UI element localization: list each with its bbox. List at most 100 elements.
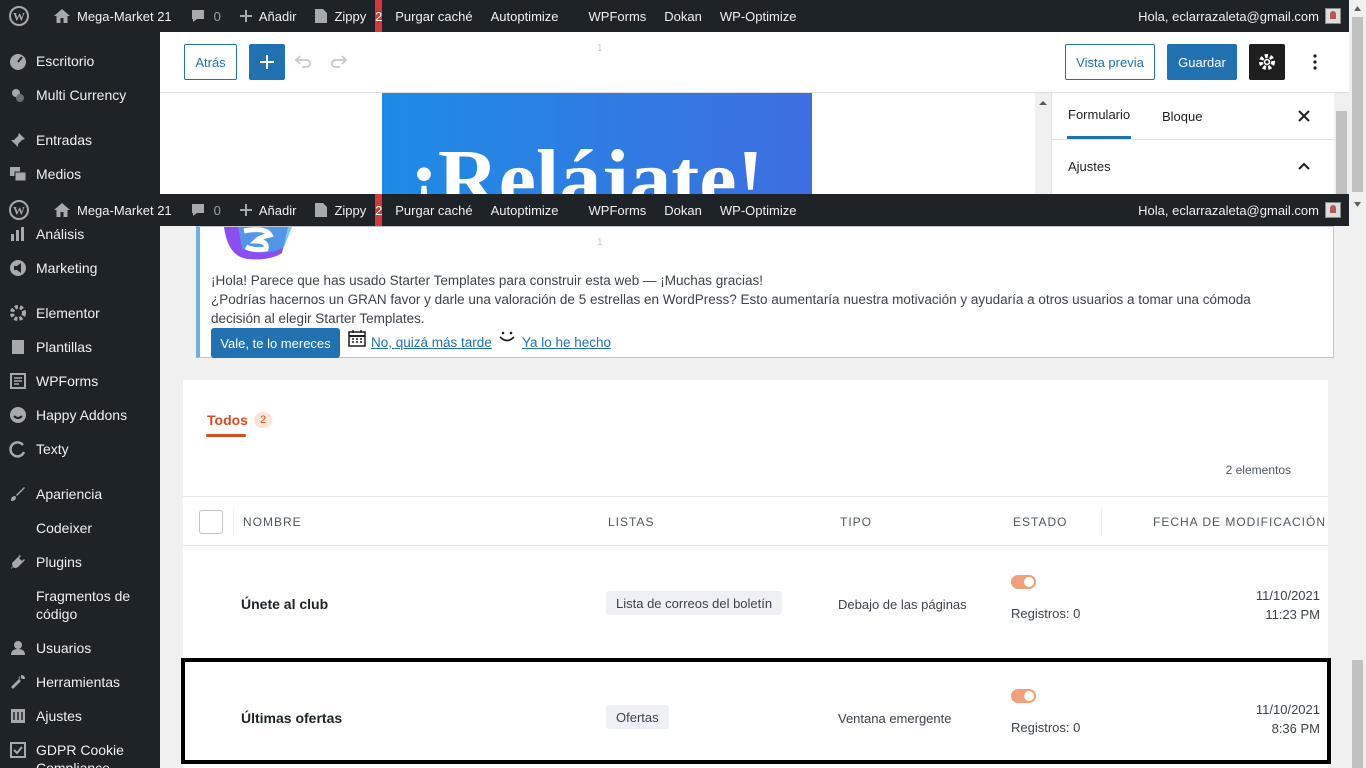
updates-badge[interactable]: 2 xyxy=(375,0,382,32)
add-new-label: Añadir xyxy=(258,202,297,218)
column-header-nombre[interactable]: Nombre xyxy=(243,515,302,529)
add-block-button[interactable] xyxy=(249,44,285,80)
wordpress-logo-icon[interactable]: W xyxy=(0,0,44,32)
sidebar-item-plantillas[interactable]: Plantillas xyxy=(0,338,160,356)
wordpress-logo-icon[interactable]: W xyxy=(0,194,44,226)
scroll-up-icon[interactable] xyxy=(1349,0,1366,17)
user-account-link[interactable]: Hola, eclarrazaleta@gmail.com xyxy=(1129,0,1349,32)
sidebar-item-analisis[interactable]: Análisis xyxy=(0,225,160,243)
form-name[interactable]: Únete al club xyxy=(241,596,328,612)
theme-link[interactable]: Zippy xyxy=(305,0,375,32)
tab-formulario[interactable]: Formulario xyxy=(1067,93,1132,139)
add-new-link[interactable]: Añadir xyxy=(230,0,306,32)
column-header-tipo[interactable]: Tipo xyxy=(840,515,872,529)
sidebar-item-texty[interactable]: Texty xyxy=(0,440,160,458)
undo-icon[interactable] xyxy=(293,52,313,75)
redo-icon[interactable] xyxy=(329,52,349,75)
column-header-estado[interactable]: Estado xyxy=(1013,515,1067,529)
hero-block[interactable]: ¡Relájate! xyxy=(382,93,812,194)
sidebar-item-label: Texty xyxy=(36,441,69,457)
window-scroll-thumb[interactable] xyxy=(1352,17,1363,192)
purge-cache-link[interactable]: Purgar caché xyxy=(386,0,481,32)
table-header: Nombre Listas Tipo Estado Fecha de modif… xyxy=(183,496,1328,546)
done-link[interactable]: Ya lo he hecho xyxy=(522,335,611,350)
hero-heading: ¡Relájate! xyxy=(410,133,765,194)
purge-cache-link[interactable]: Purgar caché xyxy=(386,194,481,226)
save-button[interactable]: Guardar xyxy=(1167,44,1237,80)
sidebar-item-escritorio[interactable]: Escritorio xyxy=(0,52,160,70)
dokan-link[interactable]: Dokan xyxy=(655,194,711,226)
admin-bar: W Mega-Market 21 0 Añadir Zippy 2 Purgar… xyxy=(0,0,1349,32)
autoptimize-link[interactable]: Autoptimize xyxy=(482,0,568,32)
dashboard-icon xyxy=(8,52,28,70)
sidebar-item-ajustes[interactable]: Ajustes xyxy=(0,707,160,725)
form-name[interactable]: Últimas ofertas xyxy=(241,710,342,726)
tab-underline xyxy=(206,434,246,437)
sidebar-item-herramientas[interactable]: Herramientas xyxy=(0,673,160,691)
sidebar-item-multi-currency[interactable]: Multi Currency xyxy=(0,86,160,104)
rate-button[interactable]: Vale, te lo mereces xyxy=(211,328,340,358)
settings-button[interactable] xyxy=(1249,44,1285,80)
sidebar-item-elementor[interactable]: Elementor xyxy=(0,304,160,322)
sidebar-item-label: Happy Addons xyxy=(36,407,128,423)
sidebar-item-fragmentos[interactable]: Fragmentos de código xyxy=(0,587,160,623)
sidebar-item-marketing[interactable]: Marketing xyxy=(0,259,160,277)
dokan-link[interactable]: Dokan xyxy=(655,0,711,32)
window-scroll-thumb-lower[interactable] xyxy=(1352,660,1363,768)
tab-bloque[interactable]: Bloque xyxy=(1162,93,1202,139)
chevron-up-icon[interactable] xyxy=(1297,159,1311,176)
section-ajustes[interactable]: Ajustes xyxy=(1068,159,1111,174)
status-toggle[interactable] xyxy=(1011,575,1036,589)
sidebar-item-label: Elementor xyxy=(36,305,100,321)
forms-icon xyxy=(8,372,28,390)
table-row[interactable]: Únete al club Lista de correos del bolet… xyxy=(183,546,1328,660)
comments-link[interactable]: 0 xyxy=(181,194,230,226)
autoptimize-link[interactable]: Autoptimize xyxy=(482,194,568,226)
later-link[interactable]: No, quizá más tarde xyxy=(371,335,492,350)
wpforms-link[interactable]: WPForms xyxy=(580,194,656,226)
panel-scroll-thumb[interactable] xyxy=(1336,111,1347,194)
canvas-scrollbar[interactable] xyxy=(1035,93,1051,194)
sidebar-item-happy-addons[interactable]: Happy Addons xyxy=(0,406,160,424)
table-row[interactable]: Últimas ofertas Ofertas Ventana emergent… xyxy=(183,660,1328,768)
window-scrollbar[interactable] xyxy=(1349,0,1366,768)
wp-optimize-link[interactable]: WP-Optimize xyxy=(711,194,806,226)
divider xyxy=(1052,139,1335,140)
column-separator xyxy=(1101,507,1102,537)
sidebar-item-usuarios[interactable]: Usuarios xyxy=(0,639,160,657)
form-type: Ventana emergente xyxy=(838,711,952,726)
more-options-icon[interactable] xyxy=(1305,52,1325,75)
wp-optimize-link[interactable]: WP-Optimize xyxy=(711,0,806,32)
status-toggle[interactable] xyxy=(1011,689,1036,703)
wpforms-link[interactable]: WPForms xyxy=(580,0,656,32)
add-new-link[interactable]: Añadir xyxy=(230,194,306,226)
editor-canvas[interactable]: ¡Relájate! xyxy=(160,93,1035,194)
media-icon xyxy=(8,165,28,183)
sidebar-item-plugins[interactable]: Plugins xyxy=(0,553,160,571)
user-account-link[interactable]: Hola, eclarrazaleta@gmail.com xyxy=(1129,194,1349,226)
scroll-down-icon[interactable] xyxy=(1349,196,1366,213)
column-header-fecha[interactable]: Fecha de modificación xyxy=(1153,515,1326,529)
updates-badge[interactable]: 2 xyxy=(375,194,382,226)
site-name-link[interactable]: Mega-Market 21 xyxy=(44,194,181,226)
sidebar-item-gdpr[interactable]: GDPR Cookie Compliance xyxy=(0,741,160,768)
back-button[interactable]: Atrás xyxy=(184,44,237,80)
plugin-icon xyxy=(8,553,28,571)
column-header-listas[interactable]: Listas xyxy=(608,515,654,529)
sidebar-item-label: Entradas xyxy=(36,132,93,148)
tab-todos[interactable]: Todos xyxy=(207,412,248,428)
sidebar-item-entradas[interactable]: Entradas xyxy=(0,131,160,149)
site-name-link[interactable]: Mega-Market 21 xyxy=(44,0,181,32)
forms-list: Todos 2 2 elementos Nombre Listas Tipo E… xyxy=(183,380,1328,768)
sidebar-item-apariencia[interactable]: Apariencia xyxy=(0,485,160,503)
select-all-checkbox[interactable] xyxy=(199,510,223,534)
preview-button[interactable]: Vista previa xyxy=(1065,44,1155,80)
sidebar-item-wpforms[interactable]: WPForms xyxy=(0,372,160,390)
close-icon[interactable] xyxy=(1297,109,1311,126)
comments-link[interactable]: 0 xyxy=(181,0,230,32)
panel-scrollbar[interactable] xyxy=(1334,93,1349,194)
sidebar-item-label: Apariencia xyxy=(36,486,103,502)
sidebar-item-medios[interactable]: Medios xyxy=(0,165,160,183)
sidebar-item-codeixer[interactable]: Codeixer xyxy=(0,519,160,537)
theme-link[interactable]: Zippy xyxy=(305,194,375,226)
